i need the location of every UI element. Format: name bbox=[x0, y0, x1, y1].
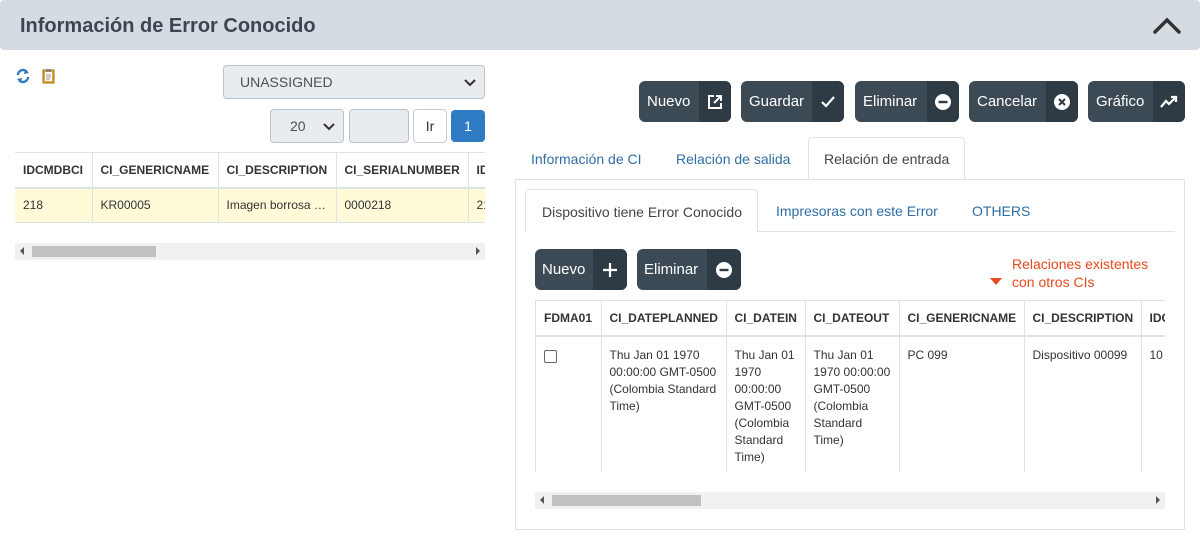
table-row[interactable]: 218 KR00005 Imagen borrosa en pantalla 0… bbox=[15, 188, 485, 222]
column-header[interactable]: IDCI bbox=[468, 153, 485, 189]
relations-horizontal-scrollbar[interactable] bbox=[535, 492, 1165, 509]
delete-button[interactable]: Eliminar bbox=[855, 81, 959, 122]
trend-up-icon bbox=[1153, 81, 1185, 122]
chevron-down-icon bbox=[323, 118, 335, 134]
scroll-thumb[interactable] bbox=[552, 495, 701, 506]
table-cell: 0000218 bbox=[336, 188, 469, 222]
new-button[interactable]: Nuevo bbox=[639, 81, 731, 122]
column-header[interactable]: CI_DATEOUT bbox=[805, 301, 900, 337]
tab-outgoing-relation[interactable]: Relación de salida bbox=[676, 151, 790, 167]
cancel-button[interactable]: Cancelar bbox=[969, 81, 1078, 122]
page-size-select[interactable]: 20 bbox=[270, 109, 344, 143]
tab-others[interactable]: OTHERS bbox=[972, 203, 1030, 219]
table-cell: Thu Jan 01 1970 00:00:00 GMT-0500 (Colom… bbox=[726, 336, 806, 472]
table-cell: Thu Jan 01 1970 00:00:00 GMT-0500 (Colom… bbox=[601, 336, 727, 472]
external-link-icon bbox=[699, 81, 731, 122]
button-label: Cancelar bbox=[977, 93, 1038, 110]
scroll-thumb[interactable] bbox=[32, 246, 156, 257]
relation-new-button[interactable]: Nuevo bbox=[535, 249, 627, 290]
column-header[interactable]: CI_GENERICNAME bbox=[899, 301, 1025, 337]
scroll-left-icon[interactable] bbox=[540, 496, 544, 504]
close-circle-icon bbox=[1046, 81, 1078, 122]
column-header[interactable]: CI_DESCRIPTION bbox=[218, 153, 337, 189]
chevron-up-icon[interactable] bbox=[1152, 14, 1182, 36]
tab-printers-error[interactable]: Impresoras con este Error bbox=[776, 203, 938, 219]
column-header[interactable]: CI_DATEIN bbox=[726, 301, 806, 337]
section-header: Información de Error Conocido bbox=[0, 0, 1200, 50]
button-label: Gráfico bbox=[1096, 93, 1145, 110]
page-1-button[interactable]: 1 bbox=[451, 110, 485, 142]
table-cell: 218 bbox=[15, 188, 93, 222]
scroll-right-icon[interactable] bbox=[476, 247, 480, 255]
section-title: Información de Error Conocido bbox=[20, 15, 316, 37]
row-checkbox-cell bbox=[536, 336, 602, 472]
relation-delete-button[interactable]: Eliminar bbox=[637, 249, 741, 290]
column-header[interactable]: IDCMDBCI bbox=[15, 153, 93, 189]
table-cell: 218 bbox=[468, 188, 485, 222]
tab-ci-info[interactable]: Información de CI bbox=[531, 151, 642, 167]
table-cell: 10 bbox=[1141, 336, 1165, 472]
row-checkbox[interactable] bbox=[544, 350, 557, 363]
minus-circle-icon bbox=[927, 81, 959, 122]
relations-grid: FDMA01 CI_DATEPLANNED CI_DATEIN CI_DATEO… bbox=[535, 300, 1165, 472]
minus-circle-icon bbox=[707, 249, 741, 290]
table-cell: Imagen borrosa en pantalla bbox=[218, 188, 337, 222]
chart-button[interactable]: Gráfico bbox=[1088, 81, 1185, 122]
note-line: Relaciones existentes bbox=[1012, 256, 1149, 272]
column-header[interactable]: CI_DESCRIPTION bbox=[1024, 301, 1142, 337]
table-cell: KR00005 bbox=[92, 188, 219, 222]
table-cell: Thu Jan 01 1970 00:00:00 GMT-0500 (Colom… bbox=[805, 336, 900, 472]
column-header[interactable]: CI_DATEPLANNED bbox=[601, 301, 727, 337]
column-header[interactable]: FDMA01 bbox=[536, 301, 602, 337]
refresh-icon[interactable] bbox=[15, 68, 31, 84]
button-label: Eliminar bbox=[863, 93, 918, 110]
check-icon bbox=[812, 81, 844, 122]
tab-device-known-error[interactable]: Dispositivo tiene Error Conocido bbox=[525, 189, 758, 232]
clipboard-icon[interactable] bbox=[41, 68, 57, 84]
scroll-left-icon[interactable] bbox=[20, 247, 24, 255]
go-button[interactable]: Ir bbox=[413, 109, 447, 143]
scroll-right-icon[interactable] bbox=[1156, 496, 1160, 504]
column-header[interactable]: IDCI bbox=[1141, 301, 1165, 337]
tab-incoming-relation[interactable]: Relación de entrada bbox=[808, 137, 965, 180]
divider bbox=[526, 231, 757, 232]
caret-down-icon bbox=[990, 278, 1002, 285]
horizontal-scrollbar[interactable] bbox=[15, 243, 485, 260]
column-header[interactable]: CI_SERIALNUMBER bbox=[336, 153, 469, 189]
table-cell: PC 099 bbox=[899, 336, 1025, 472]
button-label: Guardar bbox=[749, 93, 805, 110]
column-header[interactable]: CI_GENERICNAME bbox=[92, 153, 219, 189]
note-line: con otros CIs bbox=[1012, 274, 1095, 290]
plus-icon bbox=[593, 249, 627, 290]
button-label: Nuevo bbox=[647, 93, 691, 110]
chevron-down-icon bbox=[464, 74, 476, 90]
relations-note: Relaciones existentes con otros CIs bbox=[1012, 255, 1148, 291]
ci-grid: IDCMDBCI CI_GENERICNAME CI_DESCRIPTION C… bbox=[15, 152, 485, 224]
table-cell: Dispositivo 00099 bbox=[1024, 336, 1142, 472]
page-input[interactable] bbox=[349, 109, 409, 143]
table-row[interactable]: Thu Jan 01 1970 00:00:00 GMT-0500 (Colom… bbox=[536, 336, 1165, 472]
save-button[interactable]: Guardar bbox=[741, 81, 844, 122]
button-label: Eliminar bbox=[644, 261, 699, 278]
button-label: Nuevo bbox=[542, 261, 586, 278]
page-size-value: 20 bbox=[290, 118, 306, 134]
status-select-value: UNASSIGNED bbox=[240, 74, 333, 90]
status-select[interactable]: UNASSIGNED bbox=[223, 65, 485, 99]
